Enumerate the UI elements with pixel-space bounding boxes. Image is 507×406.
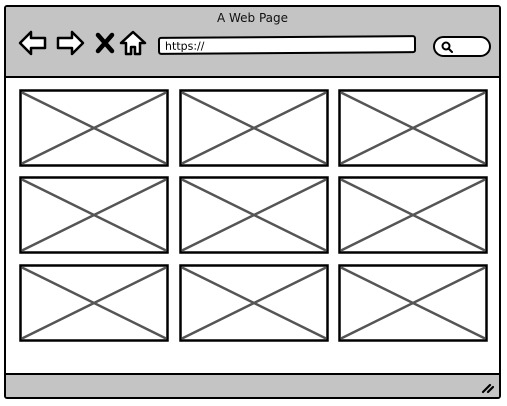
status-bar xyxy=(6,373,499,397)
home-icon[interactable] xyxy=(118,29,148,57)
image-placeholder xyxy=(179,264,329,342)
back-arrow-icon[interactable] xyxy=(18,29,48,57)
url-text: https:// xyxy=(164,39,205,53)
forward-arrow-icon[interactable] xyxy=(55,29,85,57)
image-placeholder xyxy=(179,176,329,254)
stop-x-icon[interactable] xyxy=(91,29,121,57)
image-placeholder xyxy=(338,264,488,342)
image-placeholder xyxy=(19,264,169,342)
image-placeholder xyxy=(19,176,169,254)
image-placeholder xyxy=(338,89,488,167)
browser-toolbar: A Web Page https:// xyxy=(6,7,499,78)
search-field[interactable] xyxy=(433,36,491,57)
resize-handle-icon[interactable] xyxy=(480,380,494,394)
url-input[interactable]: https:// xyxy=(157,35,417,55)
window-title: A Web Page xyxy=(216,11,289,25)
image-placeholder xyxy=(19,89,169,167)
image-placeholder xyxy=(338,176,488,254)
browser-window: A Web Page https:// xyxy=(4,5,501,399)
image-placeholder xyxy=(179,89,329,167)
magnifier-icon xyxy=(441,41,453,53)
